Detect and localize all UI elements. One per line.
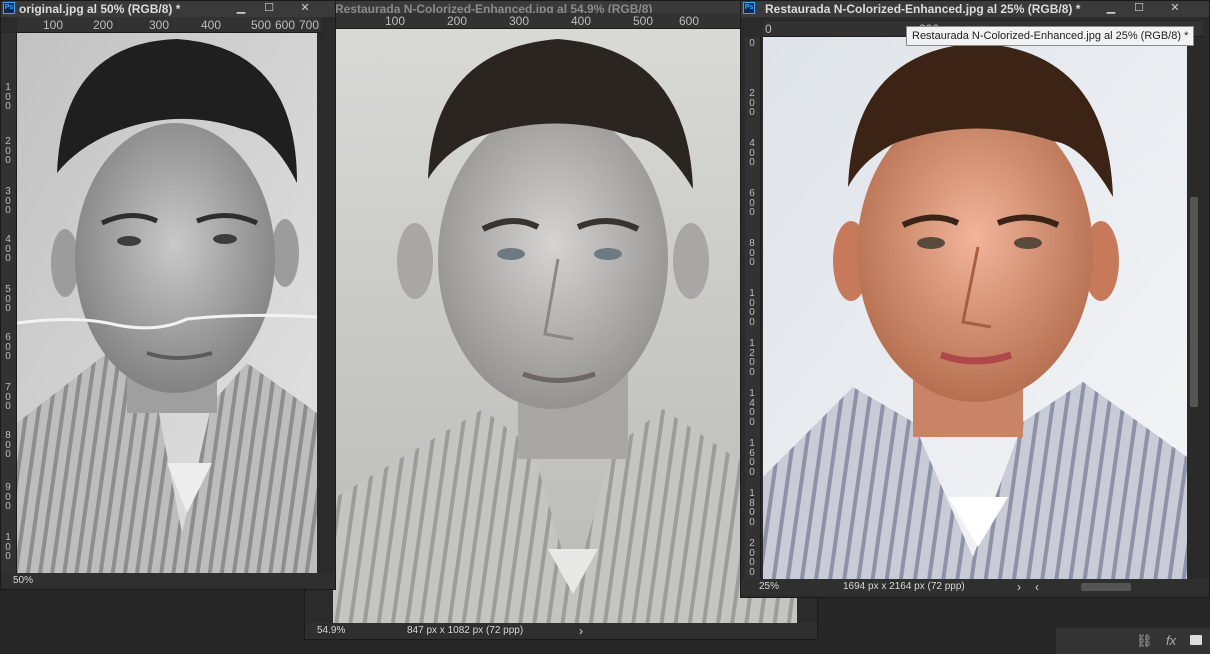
- ruler-label: 1 6 0 0: [749, 438, 755, 478]
- link-layers-icon[interactable]: ⛓: [1136, 633, 1153, 649]
- middle-status-bar: 54.9% 847 px x 1082 px (72 ppp) ›: [305, 623, 817, 639]
- layer-effects-icon[interactable]: fx: [1166, 633, 1176, 648]
- original-damaged-portrait: [17, 33, 317, 573]
- ruler-label: 4 0 0: [5, 234, 11, 264]
- zoom-level[interactable]: 54.9%: [317, 623, 345, 639]
- document-info: 847 px x 1082 px (72 ppp): [407, 625, 524, 636]
- scrollbar-thumb[interactable]: [1190, 197, 1198, 407]
- ruler-label: 500: [251, 18, 272, 32]
- ruler-label: 300: [509, 14, 530, 28]
- minimize-button[interactable]: ▁: [227, 1, 255, 17]
- right-title-bar[interactable]: Ps Restaurada N-Colorized-Enhanced.jpg a…: [741, 1, 1209, 17]
- ruler-label: 5 0 0: [5, 284, 11, 314]
- left-status-bar: 50%: [1, 573, 335, 589]
- maximize-button[interactable]: ☐: [1125, 1, 1153, 17]
- left-window-title: original.jpg al 50% (RGB/8) *: [19, 2, 181, 16]
- ruler-label: 200: [447, 14, 468, 28]
- left-vertical-ruler: 1 0 0 2 0 0 3 0 0 4 0 0 5 0 0 6 0 0 7 0 …: [1, 33, 17, 573]
- restored-bw-portrait: [333, 29, 797, 623]
- left-photo-canvas[interactable]: [17, 33, 317, 573]
- ruler-label: 600: [679, 14, 700, 28]
- ruler-label: 600: [275, 18, 296, 32]
- ruler-label: 1 2 0 0: [749, 338, 755, 378]
- layer-mask-icon[interactable]: [1190, 635, 1202, 645]
- minimize-button[interactable]: ▁: [1097, 1, 1125, 17]
- horizontal-scrollbar-thumb[interactable]: [1081, 583, 1131, 591]
- layers-panel-footer: ⛓ fx: [1056, 628, 1210, 654]
- left-horizontal-ruler: 100 200 300 400 500 600 700: [17, 17, 321, 33]
- ruler-label: 4 0 0: [749, 138, 755, 168]
- ruler-label: 6 0 0: [749, 188, 755, 218]
- status-arrow-icon[interactable]: ›: [1017, 579, 1021, 595]
- ruler-label: 1 4 0 0: [749, 388, 755, 428]
- ruler-label: 2 0 0: [5, 136, 11, 166]
- right-document-window[interactable]: Ps Restaurada N-Colorized-Enhanced.jpg a…: [740, 0, 1210, 598]
- ruler-label: 6 0 0: [5, 332, 11, 362]
- ruler-label: 100: [43, 18, 64, 32]
- ruler-label: 1 8 0 0: [749, 488, 755, 528]
- ruler-label: 7 0 0: [5, 382, 11, 412]
- photoshop-icon: Ps: [3, 2, 15, 14]
- left-title-bar[interactable]: Ps original.jpg al 50% (RGB/8) * ▁ ☐ ✕: [1, 1, 335, 17]
- ruler-label: 8 0 0: [5, 430, 11, 460]
- ruler-label: 200: [93, 18, 114, 32]
- right-window-title: Restaurada N-Colorized-Enhanced.jpg al 2…: [765, 2, 1081, 16]
- close-button[interactable]: ✕: [1161, 1, 1189, 17]
- zoom-level[interactable]: 25%: [759, 579, 779, 595]
- ruler-label: 1 0 0: [5, 532, 11, 562]
- ruler-label: 9 0 0: [5, 482, 11, 512]
- right-vertical-scrollbar[interactable]: [1187, 37, 1201, 579]
- status-arrow-icon[interactable]: ›: [579, 623, 583, 639]
- right-photo-canvas[interactable]: [763, 37, 1187, 579]
- left-document-window[interactable]: Ps original.jpg al 50% (RGB/8) * ▁ ☐ ✕ 1…: [0, 0, 336, 590]
- maximize-button[interactable]: ☐: [255, 1, 283, 17]
- photoshop-icon: Ps: [743, 2, 755, 14]
- ruler-label: 1 0 0 0: [749, 288, 755, 328]
- ruler-label: 2 0 0 0: [749, 538, 755, 578]
- zoom-level[interactable]: 50%: [13, 573, 33, 589]
- middle-photo-canvas[interactable]: [333, 29, 797, 623]
- ruler-label: 2 0 0: [749, 88, 755, 118]
- ruler-label: 1 0 0: [5, 82, 11, 112]
- ruler-label: 8 0 0: [749, 238, 755, 268]
- document-info: 1694 px x 2164 px (72 ppp): [843, 581, 965, 592]
- right-status-bar: 25% 1694 px x 2164 px (72 ppp) › ‹: [741, 579, 1209, 595]
- ruler-label: 300: [149, 18, 170, 32]
- ruler-label: 400: [201, 18, 222, 32]
- close-button[interactable]: ✕: [291, 1, 319, 17]
- colorized-enhanced-portrait: [763, 37, 1187, 579]
- ruler-label: 3 0 0: [5, 186, 11, 216]
- ruler-label: 500: [633, 14, 654, 28]
- ruler-label: 0: [749, 38, 755, 49]
- ruler-label: 0: [765, 22, 772, 36]
- ruler-label: 400: [571, 14, 592, 28]
- ruler-label: 100: [385, 14, 406, 28]
- title-tooltip: Restaurada N-Colorized-Enhanced.jpg al 2…: [906, 26, 1195, 46]
- right-vertical-ruler: 0 2 0 0 4 0 0 6 0 0 8 0 0 1 0 0 0 1 2 0 …: [745, 37, 761, 579]
- ruler-label: 700: [299, 18, 320, 32]
- scroll-left-icon[interactable]: ‹: [1035, 579, 1039, 595]
